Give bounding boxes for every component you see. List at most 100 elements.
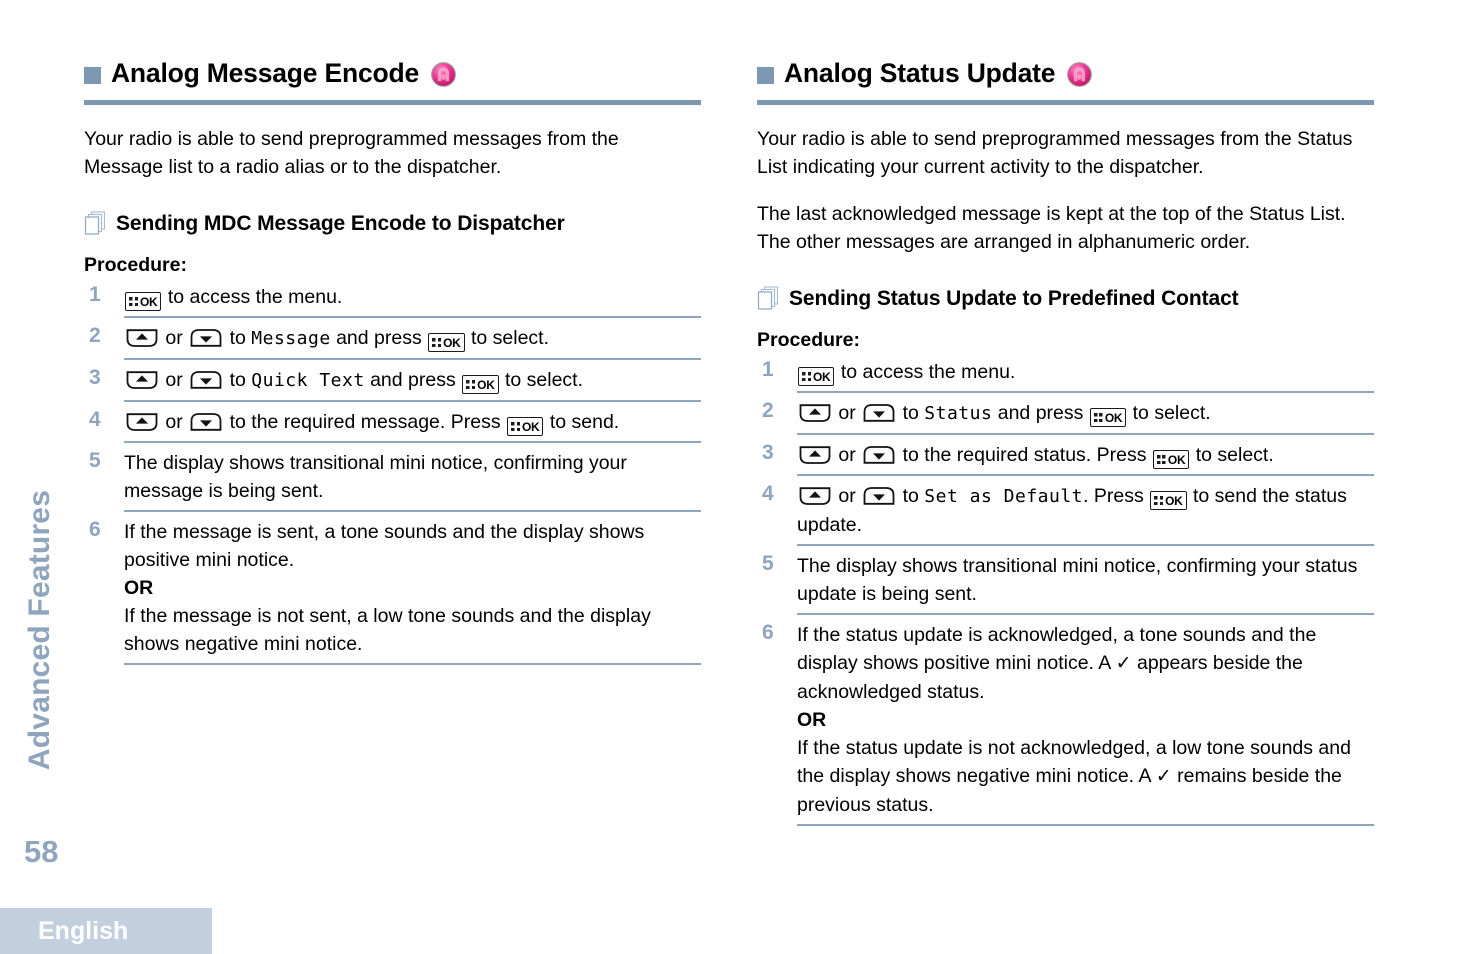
chapter-label: Advanced Features: [23, 489, 57, 771]
menu-ok-key-icon: OK: [798, 367, 835, 386]
step-number: 6: [762, 621, 774, 644]
menu-grid-icon: [1154, 496, 1164, 505]
or-separator-label: OR: [124, 577, 154, 599]
procedure-step: 5 The display shows transitional mini not…: [757, 552, 1374, 615]
procedure-step: 3 or to the required status. Press OK to…: [757, 441, 1374, 476]
device-menu-string: Quick Text: [251, 370, 365, 391]
menu-ok-key-icon: OK: [507, 417, 544, 436]
procedure-step: 2 or to Status and press OK to select.: [757, 399, 1374, 435]
menu-grid-icon: [466, 380, 476, 389]
step-divider: [797, 613, 1374, 615]
step-text: or to Set as Default. Press OK to send t…: [797, 485, 1347, 536]
section-heading-left: Analog Message Encode: [84, 56, 701, 90]
step-number: 1: [89, 283, 101, 306]
step-number: 2: [762, 399, 774, 422]
analog-lock-icon: [431, 62, 456, 87]
subsection-heading-right: Sending Status Update to Predefined Cont…: [757, 286, 1374, 312]
step-text: If the message is sent, a tone sounds an…: [124, 521, 651, 655]
step-text: or to Message and press OK to select.: [124, 324, 701, 353]
step-number: 3: [762, 441, 774, 464]
menu-grid-icon: [511, 422, 520, 431]
step-text: OK to access the menu.: [124, 283, 701, 311]
right-column: Analog Status Update Your radio is able …: [757, 56, 1374, 826]
procedure-step: 1 OK to access the menu.: [757, 358, 1374, 393]
section-title: Analog Status Update: [784, 57, 1056, 88]
menu-ok-key-icon: OK: [1150, 491, 1187, 510]
step-divider: [797, 391, 1374, 393]
arrow-up-key-icon: [126, 371, 158, 389]
arrow-up-key-icon: [799, 487, 831, 505]
stacked-pages-icon: [757, 286, 779, 310]
ok-key-label: OK: [443, 335, 461, 350]
procedure-label: Procedure:: [757, 329, 860, 351]
step-text: The display shows transitional mini noti…: [797, 555, 1358, 605]
procedure-step: 6 If the message is sent, a tone sounds a…: [84, 518, 701, 665]
section-title: Analog Message Encode: [111, 57, 419, 88]
stacked-pages-icon: [84, 211, 106, 235]
left-column: Analog Message Encode Your radio is able…: [84, 56, 701, 665]
step-number: 4: [89, 408, 101, 431]
step-divider: [124, 358, 701, 360]
step-text: or to Quick Text and press OK to select.: [124, 366, 701, 395]
menu-grid-icon: [1093, 413, 1103, 422]
step-divider: [124, 663, 701, 665]
procedure-step: 2 or to Message and press OK to select.: [84, 324, 701, 360]
arrow-down-key-icon: [863, 404, 895, 422]
ok-key-label: OK: [140, 294, 158, 309]
step-divider: [124, 441, 701, 443]
device-menu-string: Message: [251, 328, 331, 349]
page-number: 58: [24, 834, 59, 869]
menu-grid-icon: [129, 297, 138, 306]
menu-ok-key-icon: OK: [125, 292, 162, 311]
arrow-up-key-icon: [126, 329, 158, 347]
menu-grid-icon: [1156, 455, 1166, 464]
arrow-down-key-icon: [190, 371, 222, 389]
chapter-rail: Advanced Features: [0, 430, 80, 830]
step-divider: [124, 316, 701, 318]
device-menu-string: Set as Default: [924, 486, 1084, 507]
procedure-steps-right: 1 OK to access the menu. 2 or to Status an…: [757, 358, 1374, 826]
ok-key-label: OK: [1167, 452, 1186, 467]
step-divider: [124, 400, 701, 402]
procedure-step: 1 OK to access the menu.: [84, 283, 701, 318]
step-text: OK to access the menu.: [797, 358, 1374, 386]
checkmark-icon: ✓: [1115, 653, 1132, 674]
analog-lock-icon: [1067, 62, 1093, 87]
menu-ok-key-icon: OK: [1152, 450, 1190, 469]
step-divider: [124, 510, 701, 512]
step-divider: [797, 474, 1374, 476]
menu-ok-key-icon: OK: [462, 375, 499, 394]
procedure-step: 5 The display shows transitional mini no…: [84, 449, 701, 512]
device-menu-string: Status: [924, 403, 993, 424]
arrow-down-key-icon: [863, 487, 895, 505]
section-heading-right: Analog Status Update: [757, 56, 1374, 90]
step-divider: [797, 544, 1374, 546]
arrow-down-key-icon: [190, 329, 222, 347]
step-text: If the status update is acknowledged, a …: [797, 624, 1351, 816]
step-text: The display shows transitional mini noti…: [124, 452, 627, 502]
step-number: 2: [89, 324, 101, 347]
section-rule: [84, 100, 701, 105]
section-intro-2: The last acknowledged message is kept at…: [757, 203, 1346, 253]
procedure-label: Procedure:: [84, 254, 187, 276]
step-divider: [797, 824, 1374, 826]
arrow-down-key-icon: [863, 446, 895, 464]
ok-key-label: OK: [1104, 410, 1123, 425]
language-badge: English: [0, 908, 212, 954]
or-separator-label: OR: [797, 709, 827, 731]
menu-grid-icon: [802, 372, 811, 381]
checkmark-icon: ✓: [1155, 766, 1172, 787]
menu-ok-key-icon: OK: [428, 333, 465, 352]
subsection-heading-left: Sending MDC Message Encode to Dispatcher: [84, 211, 701, 237]
menu-ok-key-icon: OK: [1089, 408, 1127, 427]
arrow-up-key-icon: [799, 446, 831, 464]
ok-key-label: OK: [813, 369, 831, 384]
arrow-up-key-icon: [126, 413, 158, 431]
ok-key-label: OK: [1165, 493, 1183, 508]
subsection-title: Sending MDC Message Encode to Dispatcher: [116, 212, 565, 235]
step-number: 4: [762, 482, 774, 505]
procedure-steps-left: 1 OK to access the menu. 2 or to Message a…: [84, 283, 701, 665]
procedure-step: 3 or to Quick Text and press OK to selec…: [84, 366, 701, 402]
step-number: 5: [762, 552, 774, 575]
section-bullet-icon: [757, 66, 774, 84]
